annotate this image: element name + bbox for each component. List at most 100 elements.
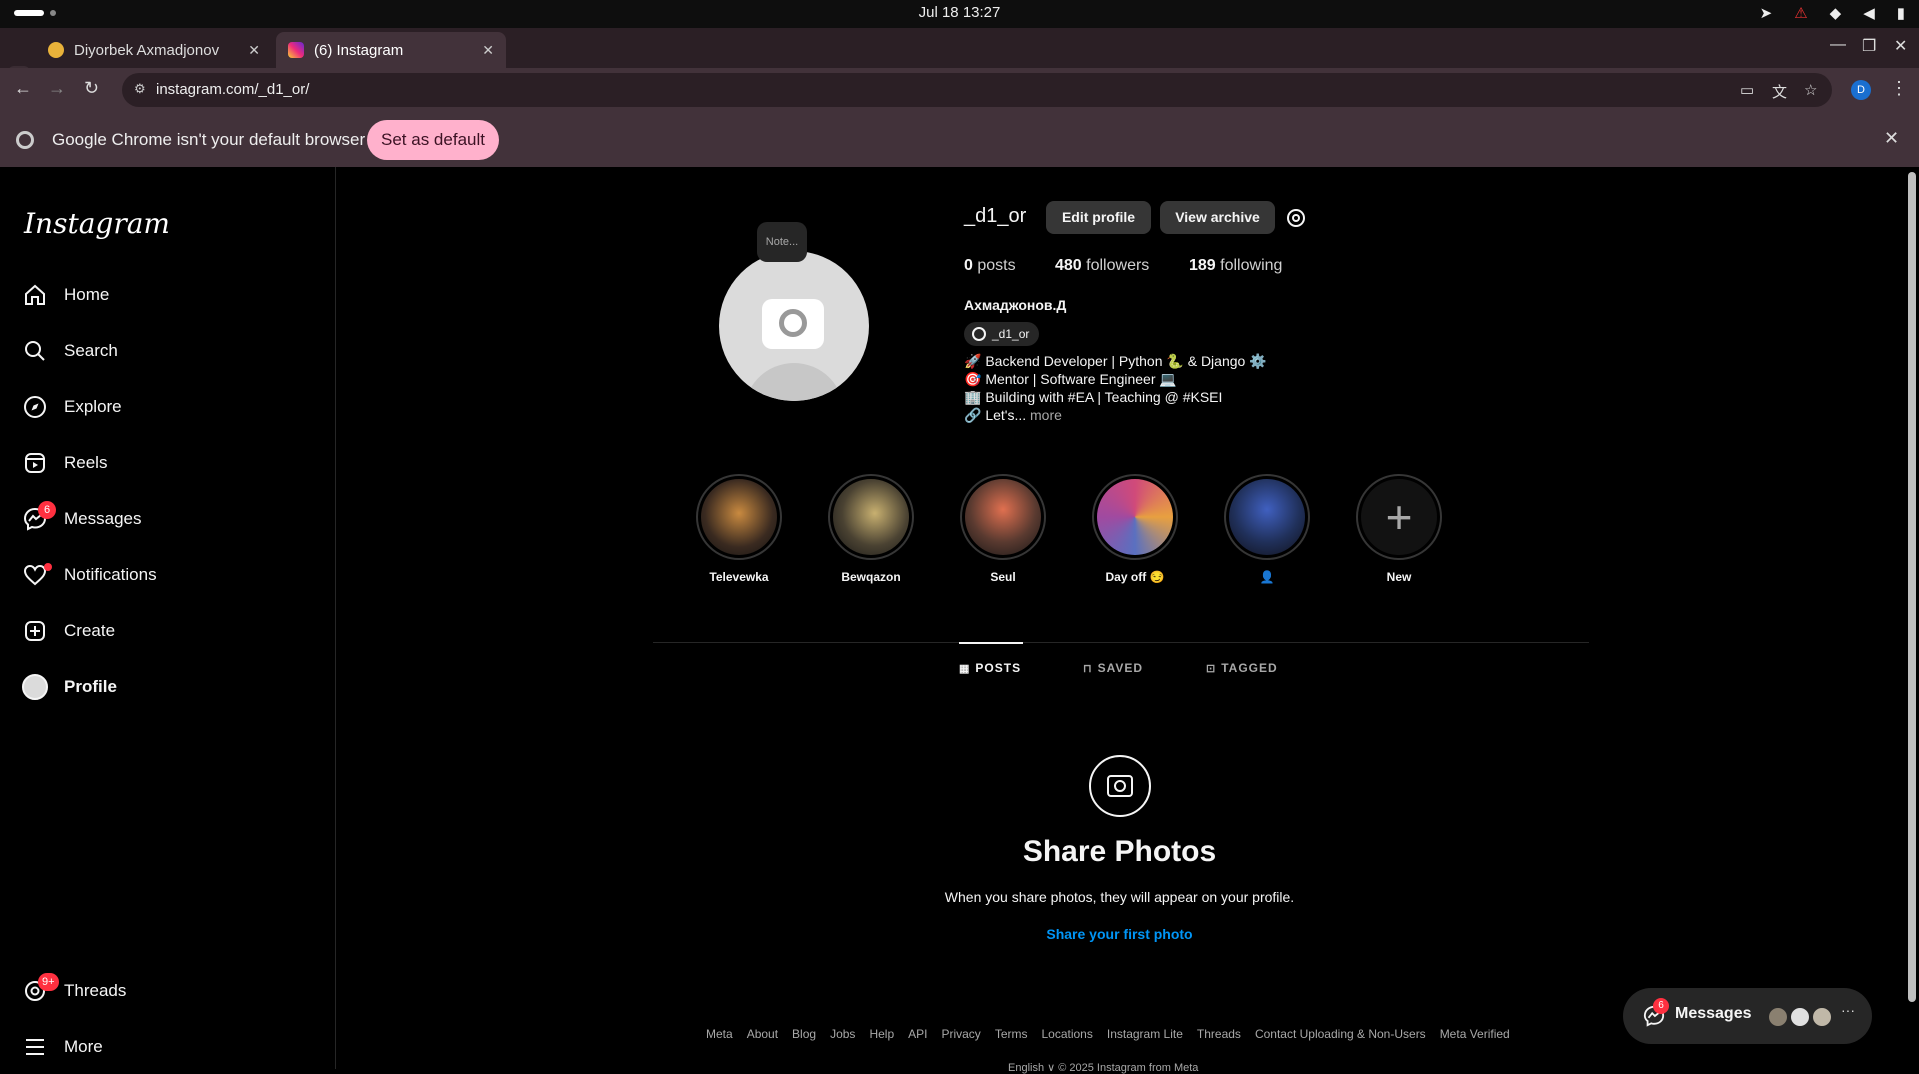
highlight-item[interactable]: 👤 <box>1222 474 1312 584</box>
tab-posts[interactable]: ▦ POSTS <box>959 661 1021 675</box>
followers-link[interactable]: 480 followers <box>1055 257 1149 275</box>
bio-more-link[interactable]: more <box>1030 407 1062 423</box>
view-archive-button[interactable]: View archive <box>1160 201 1275 234</box>
page-scrollbar[interactable] <box>1908 172 1916 1002</box>
system-clock[interactable]: Jul 18 13:27 <box>0 4 1919 21</box>
nav-label: Threads <box>64 981 127 1000</box>
share-first-photo-link[interactable]: Share your first photo <box>0 926 1919 942</box>
reload-icon[interactable]: ↻ <box>84 78 99 99</box>
warning-icon[interactable]: ⚠ <box>1794 4 1807 22</box>
footer-link[interactable]: Meta <box>706 1027 733 1041</box>
footer-links: Meta About Blog Jobs Help API Privacy Te… <box>706 1027 1510 1041</box>
profile-full-name: Ахмаджонов.Д <box>964 297 1067 313</box>
tag-icon: ⊡ <box>1206 663 1217 675</box>
chrome-profile-avatar[interactable]: D <box>1851 80 1871 100</box>
nav-label: Create <box>64 621 116 640</box>
note-bubble[interactable]: Note... <box>757 222 807 262</box>
nav-label: Home <box>64 285 110 304</box>
highlight-thumbnail <box>1229 479 1305 555</box>
telegram-icon[interactable]: ➤ <box>1760 4 1773 22</box>
tab-title: (6) Instagram <box>314 41 404 59</box>
close-window-icon[interactable]: ✕ <box>1894 36 1907 56</box>
footer-link[interactable]: About <box>747 1027 778 1041</box>
browser-toolbar: ← → ↻ ⚙ instagram.com/_d1_or/ ▭ 文 ☆ D ⋮ <box>0 68 1919 112</box>
footer-link[interactable]: Meta Verified <box>1440 1027 1510 1041</box>
nav-notifications[interactable]: Notifications <box>22 555 157 595</box>
nav-threads[interactable]: 9+ Threads <box>22 971 126 1011</box>
highlight-item[interactable]: Day off 😏 <box>1090 474 1180 584</box>
threads-handle-chip[interactable]: _d1_or <box>964 322 1040 346</box>
battery-icon[interactable]: ▮ <box>1897 4 1905 22</box>
threads-badge: 9+ <box>38 973 59 991</box>
bio-line: 🏢 Building with #EA | Teaching @ #KSEI <box>964 389 1223 405</box>
footer-link[interactable]: Contact Uploading & Non-Users <box>1255 1027 1426 1041</box>
profile-username: _d1_or <box>964 205 1027 227</box>
close-tab-icon[interactable]: ✕ <box>248 42 260 59</box>
close-tab-icon[interactable]: ✕ <box>482 42 494 59</box>
share-first-photo-text[interactable]: Share your first photo <box>1046 926 1192 942</box>
nav-reels[interactable]: Reels <box>22 443 107 483</box>
translate-icon[interactable]: 文 <box>1772 81 1787 102</box>
instagram-logo[interactable]: Instagram <box>24 207 170 240</box>
site-info-icon[interactable]: ⚙ <box>134 81 146 97</box>
highlight-item[interactable]: Televewka <box>694 474 784 584</box>
footer-link[interactable]: API <box>908 1027 927 1041</box>
bookmark-star-icon[interactable]: ☆ <box>1804 81 1817 99</box>
nav-label: Search <box>64 341 118 360</box>
highlight-item[interactable]: Bewqazon <box>826 474 916 584</box>
home-icon <box>22 282 48 308</box>
footer-link[interactable]: Help <box>869 1027 894 1041</box>
install-app-icon[interactable]: ▭ <box>1740 81 1754 99</box>
nav-create[interactable]: Create <box>22 611 115 651</box>
footer-link[interactable]: Threads <box>1197 1027 1241 1041</box>
footer-link[interactable]: Blog <box>792 1027 816 1041</box>
threads-icon <box>972 327 986 341</box>
highlight-item[interactable]: Seul <box>958 474 1048 584</box>
compass-icon <box>22 394 48 420</box>
browser-tab-active[interactable]: (6) Instagram ✕ <box>276 32 506 68</box>
conversation-avatar <box>1811 1006 1833 1028</box>
tab-tagged[interactable]: ⊡ TAGGED <box>1206 661 1278 675</box>
settings-gear-icon[interactable] <box>1284 206 1308 230</box>
tab-title: Diyorbek Axmadjonov <box>74 41 220 59</box>
address-bar[interactable]: ⚙ instagram.com/_d1_or/ ▭ 文 ☆ <box>122 73 1832 107</box>
restore-icon[interactable]: ❐ <box>1862 36 1876 56</box>
following-link[interactable]: 189 following <box>1189 257 1282 275</box>
nav-more[interactable]: More <box>22 1027 103 1067</box>
edit-profile-button[interactable]: Edit profile <box>1046 201 1151 234</box>
profile-picture[interactable] <box>719 251 869 401</box>
back-icon[interactable]: ← <box>14 78 32 99</box>
footer-link[interactable]: Privacy <box>941 1027 980 1041</box>
footer-link[interactable]: Jobs <box>830 1027 855 1041</box>
new-highlight-button[interactable]: + New <box>1354 474 1444 584</box>
browser-tab[interactable]: Diyorbek Axmadjonov ✕ <box>36 32 272 68</box>
nav-messages[interactable]: 6 Messages <box>22 499 141 539</box>
minimize-icon[interactable]: — <box>1830 36 1846 54</box>
system-tray[interactable]: ➤ ⚠ ◆ ◀ ▮ <box>1760 4 1905 22</box>
highlight-ring <box>696 474 782 560</box>
nav-profile[interactable]: Profile <box>22 667 117 707</box>
forward-icon[interactable]: → <box>48 78 66 99</box>
tab-saved[interactable]: ⊓ SAVED <box>1083 661 1143 675</box>
highlight-ring <box>1224 474 1310 560</box>
highlight-thumbnail <box>833 479 909 555</box>
chrome-menu-icon[interactable]: ⋮ <box>1890 78 1908 99</box>
close-infobar-icon[interactable]: ✕ <box>1884 128 1899 149</box>
more-dots-icon: ··· <box>1841 1002 1855 1018</box>
conversation-avatar <box>1789 1006 1811 1028</box>
nav-home[interactable]: Home <box>22 275 109 315</box>
volume-icon[interactable]: ◀ <box>1863 4 1875 22</box>
wifi-icon[interactable]: ◆ <box>1830 4 1842 22</box>
tabs-divider <box>653 642 1589 643</box>
nav-explore[interactable]: Explore <box>22 387 122 427</box>
highlight-label: Seul <box>990 570 1016 584</box>
url-text[interactable]: instagram.com/_d1_or/ <box>156 81 309 98</box>
footer-link[interactable]: Terms <box>995 1027 1028 1041</box>
empty-state-subtitle: When you share photos, they will appear … <box>944 889 1295 905</box>
highlight-thumbnail <box>701 479 777 555</box>
footer-link[interactable]: Instagram Lite <box>1107 1027 1183 1041</box>
set-as-default-button[interactable]: Set as default <box>367 120 499 160</box>
messages-floating-button[interactable]: 6 Messages ··· <box>1623 988 1872 1044</box>
footer-link[interactable]: Locations <box>1041 1027 1092 1041</box>
nav-search[interactable]: Search <box>22 331 118 371</box>
